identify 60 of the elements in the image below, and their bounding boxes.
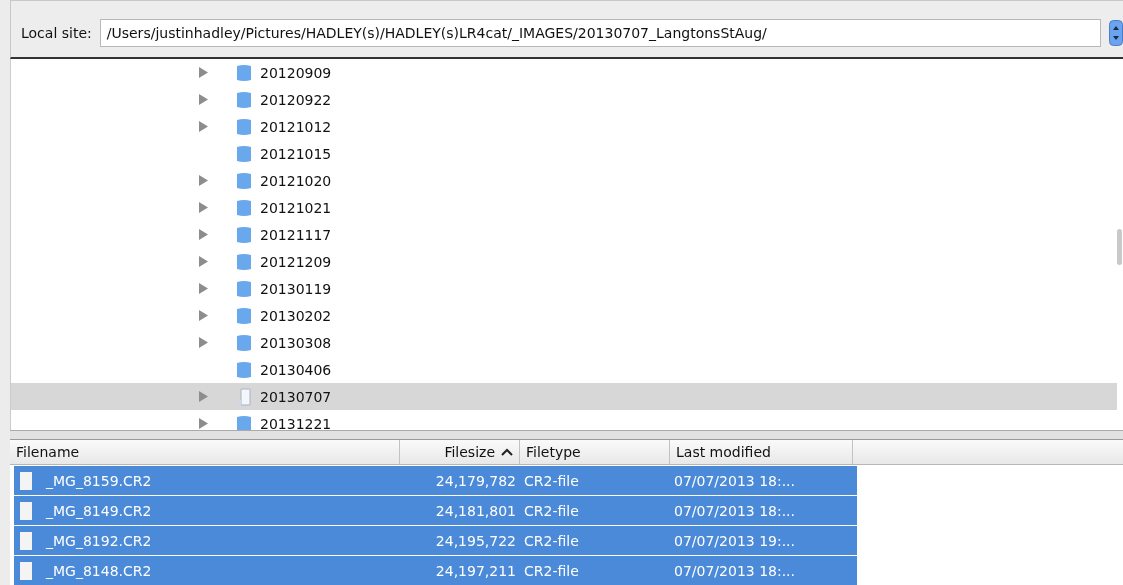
expand-triangle-icon[interactable] [199, 256, 208, 268]
expand-triangle-icon[interactable] [199, 391, 208, 403]
expand-triangle-icon[interactable] [199, 175, 208, 187]
expand-triangle-icon[interactable] [199, 229, 208, 241]
folder-tree-item[interactable]: 20130308 [11, 329, 1117, 357]
local-site-path-field[interactable]: /Users/justinhadley/Pictures/HADLEY(s)/HADLEY(s)LR4cat/_IMAGES/20130707_LangtonsStAug/ [99, 19, 1101, 48]
folder-tree-item[interactable]: 20120909 [11, 59, 1117, 87]
folder-tree-item[interactable]: 20120922 [11, 86, 1117, 114]
folder-tree-item[interactable]: 20130119 [11, 275, 1117, 303]
scrollbar-thumb[interactable] [1117, 229, 1122, 266]
folder-tree-item[interactable]: 20130202 [11, 302, 1117, 330]
folder-tree-item[interactable]: 20121020 [11, 167, 1117, 195]
expand-triangle-icon[interactable] [199, 67, 208, 79]
expand-triangle-icon[interactable] [199, 310, 208, 322]
folder-tree-item[interactable]: 20121209 [11, 248, 1117, 276]
filetype-text: CR2-file [524, 502, 579, 519]
file-icon [20, 471, 32, 490]
expand-triangle-icon[interactable] [199, 337, 208, 349]
filename-text: _MG_8148.CR2 [46, 562, 152, 579]
file-row[interactable]: _MG_8148.CR2 24,197,211 CR2-file 07/07/2013 18:... [14, 556, 857, 585]
column-header[interactable]: Filename [10, 440, 400, 464]
column-header[interactable]: Filetype [520, 440, 670, 464]
filename-text: _MG_8192.CR2 [46, 532, 152, 549]
file-row[interactable]: _MG_8149.CR2 24,181,801 CR2-file 07/07/2013 18:... [14, 496, 857, 525]
filesize-text: 24,179,782 [435, 472, 516, 489]
file-row[interactable]: _MG_8192.CR2 24,195,722 CR2-file 07/07/2013 19:... [14, 526, 857, 555]
expand-triangle-icon[interactable] [199, 121, 208, 133]
filename-text: _MG_8159.CR2 [46, 472, 152, 489]
filesize-text: 24,195,722 [435, 532, 516, 549]
column-header[interactable]: Filesize [400, 440, 520, 464]
expand-triangle-icon[interactable] [199, 94, 208, 106]
expand-triangle-icon[interactable] [199, 283, 208, 295]
modified-text: 07/07/2013 18:... [674, 472, 796, 489]
file-icon [20, 531, 32, 550]
filename-text: _MG_8149.CR2 [46, 502, 152, 519]
dropdown-stepper-icon[interactable] [1109, 20, 1123, 47]
modified-text: 07/07/2013 18:... [674, 562, 796, 579]
pane-splitter[interactable] [10, 430, 1123, 440]
filetype-text: CR2-file [524, 532, 579, 549]
filetype-text: CR2-file [524, 472, 579, 489]
column-header[interactable]: Last modified [670, 440, 853, 464]
modified-text: 07/07/2013 19:... [674, 532, 796, 549]
folder-tree-item[interactable]: 20131221 [11, 410, 1117, 431]
folder-tree-item[interactable]: 20121117 [11, 221, 1117, 249]
file-icon [20, 561, 32, 580]
folder-tree-item[interactable]: 20121012 [11, 113, 1117, 141]
filetype-text: CR2-file [524, 562, 579, 579]
filesize-text: 24,197,211 [435, 562, 516, 579]
folder-tree-item[interactable]: 20121021 [11, 194, 1117, 222]
sort-ascending-icon [501, 448, 513, 456]
folder-tree-item[interactable]: 20130707 [11, 383, 1117, 411]
folder-tree-item[interactable]: 20130406 [11, 356, 1117, 384]
modified-text: 07/07/2013 18:... [674, 502, 796, 519]
folder-tree-item[interactable]: 20121015 [11, 140, 1117, 168]
local-site-label: Local site: [21, 25, 92, 42]
expand-triangle-icon[interactable] [199, 418, 208, 430]
filesize-text: 24,181,801 [435, 502, 516, 519]
expand-triangle-icon[interactable] [199, 202, 208, 214]
file-icon [20, 501, 32, 520]
file-row[interactable]: _MG_8159.CR2 24,179,782 CR2-file 07/07/2013 18:... [14, 466, 857, 495]
